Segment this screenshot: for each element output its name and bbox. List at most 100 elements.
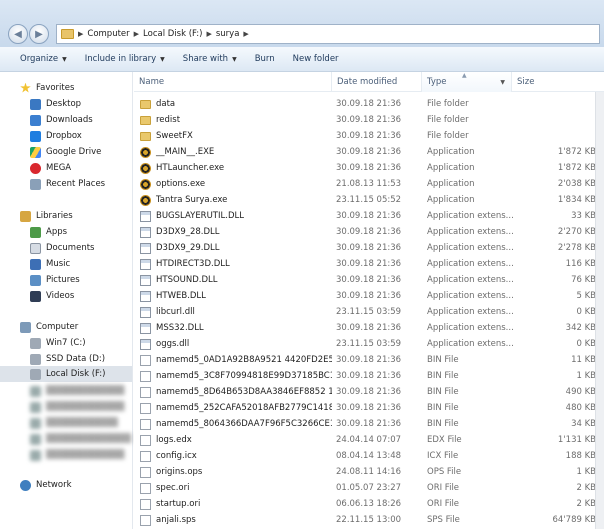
sidebar-item-music[interactable]: Music <box>30 256 70 272</box>
file-row[interactable]: options.exe 21.08.13 11:53 Application 2'03… <box>134 176 604 192</box>
sidebar-item-obscured[interactable]: ▒▒▒▒▒▒▒▒▒▒▒▒ <box>30 383 124 399</box>
file-row[interactable]: libcurl.dll 23.11.15 03:59 Application ext… <box>134 304 604 320</box>
file-row[interactable]: __MAIN__.EXE 30.09.18 21:36 Application 1'8… <box>134 144 604 160</box>
file-size: 2'270 KB <box>557 227 596 237</box>
file-row[interactable]: D3DX9_29.DLL 30.09.18 21:36 Application ex… <box>134 240 604 256</box>
sidebar-item-documents[interactable]: Documents <box>30 240 94 256</box>
file-type: Application extens... <box>427 323 513 333</box>
file-date: 23.11.15 03:59 <box>336 339 402 349</box>
file-row[interactable]: HTSOUND.DLL 30.09.18 21:36 Application ext… <box>134 272 604 288</box>
new-folder-button[interactable]: New folder <box>284 47 348 71</box>
file-size: 2 KB <box>576 499 596 509</box>
file-row[interactable]: BUGSLAYERUTIL.DLL 30.09.18 21:36 Applicati… <box>134 208 604 224</box>
file-row[interactable]: startup.ori 06.06.13 18:26 ORI File 2 KB <box>134 496 604 512</box>
sidebar-computer[interactable]: Computer <box>20 319 78 335</box>
file-row[interactable]: HTDIRECT3D.DLL 30.09.18 21:36 Application … <box>134 256 604 272</box>
file-date: 30.09.18 21:36 <box>336 275 402 285</box>
address-bar[interactable]: ▶ Computer ▶ Local Disk (F:) ▶ surya ▶ <box>56 24 600 44</box>
sidebar-item-obscured[interactable]: ▒▒▒▒▒▒▒▒▒▒▒▒▒ <box>30 431 131 447</box>
file-row[interactable]: namemd5_3C8F70994818E99D37185BC1E... 30.0… <box>134 368 604 384</box>
column-type[interactable]: Type ▲ ▼ <box>422 72 512 92</box>
file-row[interactable]: origins.ops 24.08.11 14:16 OPS File 1 KB <box>134 464 604 480</box>
sidebar-libraries[interactable]: Libraries <box>20 208 73 224</box>
file-row[interactable]: Tantra Surya.exe 23.11.15 05:52 Applicatio… <box>134 192 604 208</box>
sidebar-favorites[interactable]: Favorites <box>20 80 74 96</box>
file-row[interactable]: anjali.sps 22.11.15 13:00 SPS File 64'789 K… <box>134 512 604 528</box>
file-icon <box>140 482 151 494</box>
file-name: namemd5_8064366DAA7F96F5C3266CE1... <box>156 419 332 429</box>
file-row[interactable]: logs.edx 24.04.14 07:07 EDX File 1'131 KB <box>134 432 604 448</box>
share-with-button[interactable]: Share with ▼ <box>174 47 246 71</box>
file-row[interactable]: redist 30.09.18 21:36 File folder <box>134 112 604 128</box>
file-date: 30.09.18 21:36 <box>336 131 402 141</box>
mega-icon <box>30 162 41 174</box>
breadcrumb-surya[interactable]: surya <box>216 29 240 39</box>
forward-button[interactable]: ▶ <box>29 24 49 44</box>
file-date: 08.04.14 13:48 <box>336 451 402 461</box>
file-type: Application extens... <box>427 291 513 301</box>
sidebar-item-win7[interactable]: Win7 (C:) <box>30 335 86 351</box>
file-name: HTDIRECT3D.DLL <box>156 259 230 269</box>
sidebar-label: Win7 (C:) <box>46 338 86 348</box>
file-row[interactable]: namemd5_0AD1A92B8A9521 4420FD2E56... 30.0… <box>134 352 604 368</box>
file-date: 24.04.14 07:07 <box>336 435 402 445</box>
desktop-icon <box>30 98 41 110</box>
sidebar-item-ssd[interactable]: SSD Data (D:) <box>30 351 105 367</box>
file-name: HTLauncher.exe <box>156 163 225 173</box>
file-row[interactable]: config.icx 08.04.14 13:48 ICX File 188 KB <box>134 448 604 464</box>
file-name: libcurl.dll <box>156 307 195 317</box>
column-name[interactable]: Name <box>134 72 332 92</box>
column-date[interactable]: Date modified <box>332 72 422 92</box>
file-row[interactable]: MSS32.DLL 30.09.18 21:36 Application exten… <box>134 320 604 336</box>
sidebar-item-videos[interactable]: Videos <box>30 288 74 304</box>
file-row[interactable]: namemd5_8D64B653D8AA3846EF8852 1B... 30.0… <box>134 384 604 400</box>
sidebar-item-google-drive[interactable]: Google Drive <box>30 144 101 160</box>
breadcrumb-computer[interactable]: Computer <box>87 29 129 39</box>
organize-button[interactable]: Organize ▼ <box>0 47 76 71</box>
sidebar-item-pictures[interactable]: Pictures <box>30 272 80 288</box>
file-row[interactable]: spec.ori 01.05.07 23:27 ORI File 2 KB <box>134 480 604 496</box>
sidebar-item-desktop[interactable]: Desktop <box>30 96 81 112</box>
file-row[interactable]: D3DX9_28.DLL 30.09.18 21:36 Application ex… <box>134 224 604 240</box>
breadcrumb-local-disk[interactable]: Local Disk (F:) <box>143 29 202 39</box>
column-size[interactable]: Size <box>512 72 604 92</box>
file-size: 188 KB <box>565 451 596 461</box>
file-row[interactable]: HTWEB.DLL 30.09.18 21:36 Application exten… <box>134 288 604 304</box>
back-button[interactable]: ◀ <box>8 24 28 44</box>
column-header: Name Date modified Type ▲ ▼ Size <box>134 72 604 92</box>
dll-file-icon <box>140 322 151 334</box>
sidebar-item-obscured[interactable]: ▒▒▒▒▒▒▒▒▒▒▒▒ <box>30 399 124 415</box>
sidebar-network[interactable]: Network <box>20 477 72 493</box>
google-drive-icon <box>30 146 41 158</box>
sidebar-item-recent-places[interactable]: Recent Places <box>30 176 105 192</box>
file-row[interactable]: HTLauncher.exe 30.09.18 21:36 Application 1… <box>134 160 604 176</box>
burn-button[interactable]: Burn <box>246 47 284 71</box>
music-icon <box>30 258 41 270</box>
file-row[interactable]: data 30.09.18 21:36 File folder <box>134 96 604 112</box>
column-dropdown-icon[interactable]: ▼ <box>500 79 505 86</box>
file-row[interactable]: oggs.dll 23.11.15 03:59 Application extens… <box>134 336 604 352</box>
file-row[interactable]: SweetFX 30.09.18 21:36 File folder <box>134 128 604 144</box>
folder-icon <box>140 131 151 141</box>
sidebar-item-obscured[interactable]: ▒▒▒▒▒▒▒▒▒▒▒ <box>30 415 118 431</box>
file-date: 30.09.18 21:36 <box>336 291 402 301</box>
vertical-scrollbar[interactable] <box>595 92 604 529</box>
dll-file-icon <box>140 290 151 302</box>
sidebar-item-downloads[interactable]: Downloads <box>30 112 93 128</box>
sidebar-item-local-disk[interactable]: Local Disk (F:) <box>0 366 132 382</box>
include-in-library-button[interactable]: Include in library ▼ <box>76 47 174 71</box>
caret-down-icon: ▼ <box>232 55 237 63</box>
sidebar-label: ▒▒▒▒▒▒▒▒▒▒▒ <box>46 418 118 428</box>
file-date: 30.09.18 21:36 <box>336 115 402 125</box>
sidebar-item-obscured[interactable]: ▒▒▒▒▒▒▒▒▒▒▒▒ <box>30 447 124 463</box>
sidebar-label: Dropbox <box>46 131 82 141</box>
sidebar-item-mega[interactable]: MEGA <box>30 160 71 176</box>
sidebar-item-dropbox[interactable]: Dropbox <box>30 128 82 144</box>
sidebar-item-apps[interactable]: Apps <box>30 224 67 240</box>
file-row[interactable]: namemd5_252CAFA52018AFB2779C1418... 30.09… <box>134 400 604 416</box>
file-type: BIN File <box>427 403 459 413</box>
file-row[interactable]: namemd5_8064366DAA7F96F5C3266CE1... 30.09… <box>134 416 604 432</box>
file-size <box>514 112 596 128</box>
file-name: MSS32.DLL <box>156 323 204 333</box>
file-date: 30.09.18 21:36 <box>336 419 402 429</box>
